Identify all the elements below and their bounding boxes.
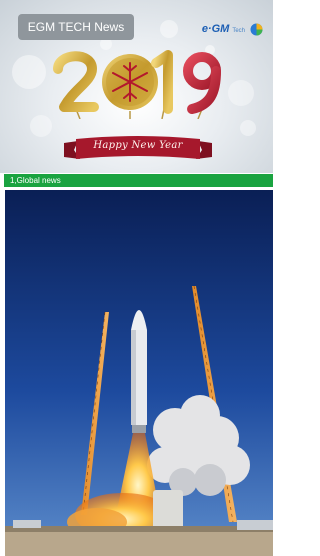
section-title: 1,Global news (10, 176, 61, 185)
logo-subtext: Tech (232, 28, 245, 34)
section-header-global-news: 1,Global news (4, 174, 273, 187)
news-label: EGM TECH News (18, 14, 134, 40)
header-banner: EGM TECH News e·GM Tech Happy New Year (0, 0, 273, 173)
greeting-text: Happy New Year (93, 140, 183, 151)
logo-mark-icon (250, 23, 263, 35)
year-2019-art (53, 50, 221, 119)
logo-text: e·GM (201, 23, 230, 35)
rocket-launch-photo (5, 190, 273, 556)
egm-logo: e·GM Tech (202, 20, 263, 38)
newsletter-page: EGM TECH News e·GM Tech Happy New Year 1… (0, 0, 273, 556)
